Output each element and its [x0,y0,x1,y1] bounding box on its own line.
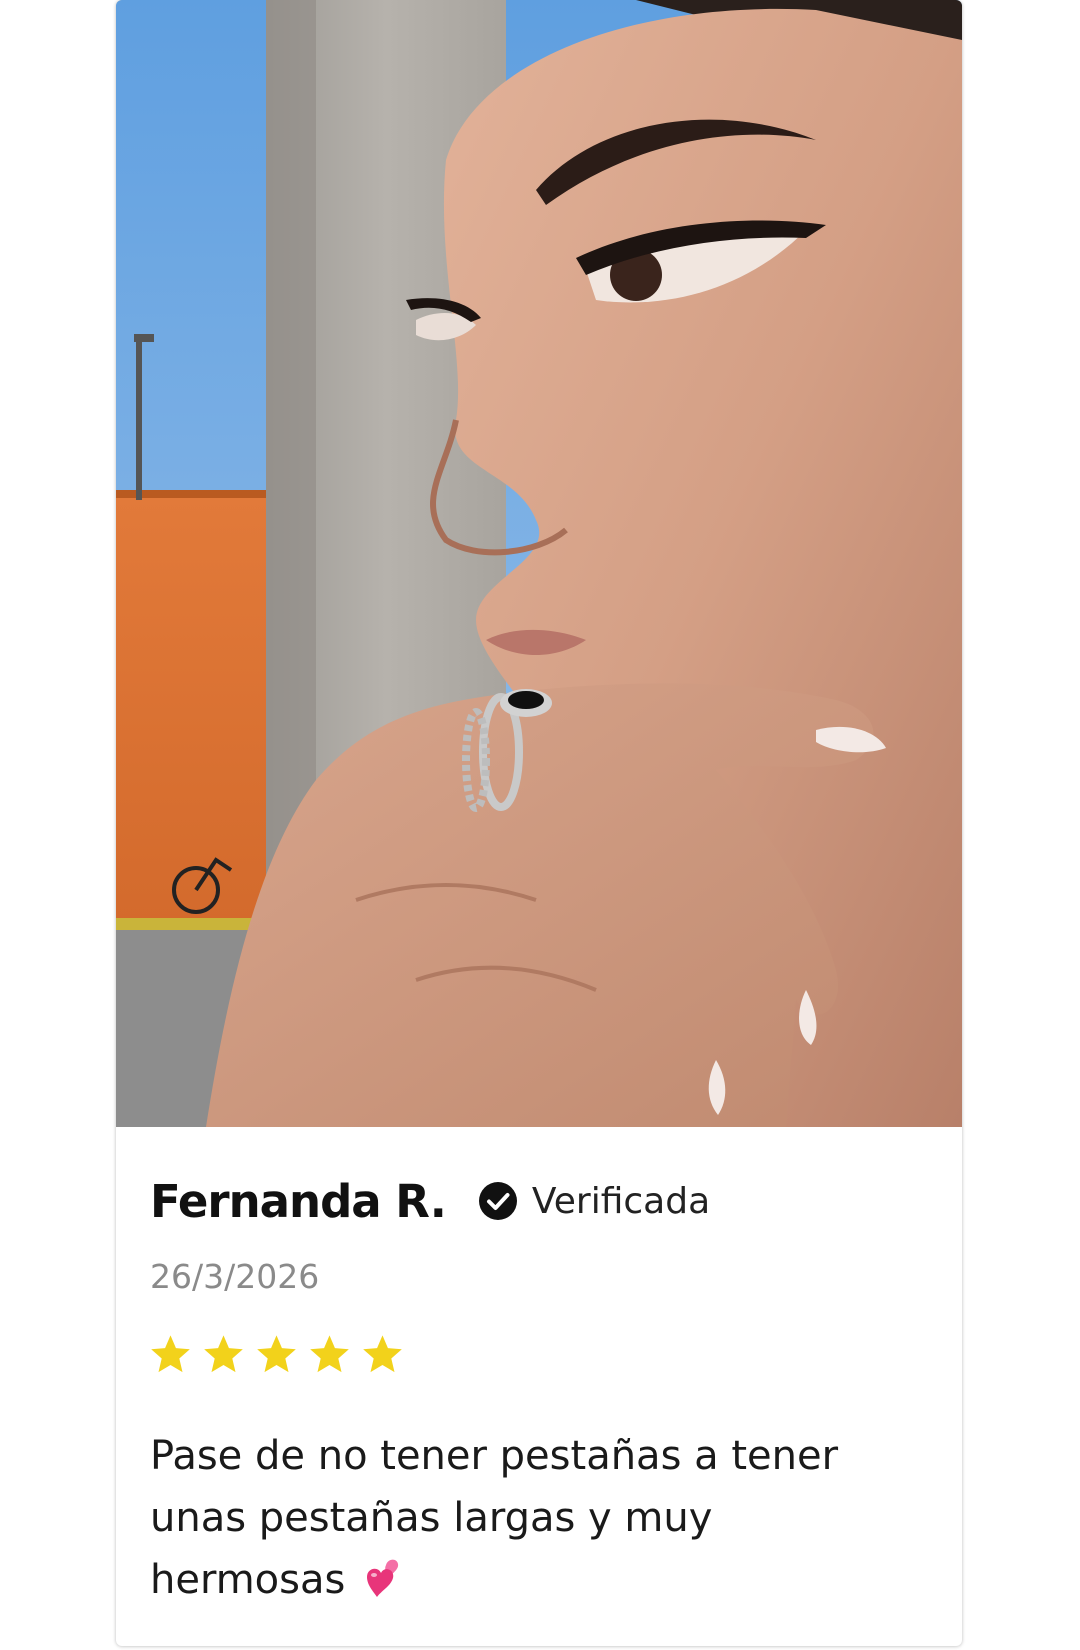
review-photo[interactable] [116,0,962,1127]
star-icon [257,1335,296,1373]
verified-check-icon [478,1181,518,1221]
author-row: Fernanda R. Verificada [150,1171,710,1231]
review-text: Pase de no tener pestañas a tener unas p… [150,1433,839,1603]
two-hearts-icon [359,1553,407,1601]
review-date: 26/3/2026 [150,1257,320,1296]
verified-label: Verificada [531,1180,711,1222]
review-text-block: Pase de no tener pestañas a tener unas p… [150,1425,910,1611]
star-icon [363,1335,402,1373]
star-icon [204,1335,243,1373]
star-icon [310,1335,349,1373]
star-icon [151,1335,190,1373]
review-card: Fernanda R. Verificada 26/3/2026 Pase de… [116,0,962,1646]
author-name: Fernanda R. [150,1174,447,1228]
star-rating [148,1332,405,1377]
